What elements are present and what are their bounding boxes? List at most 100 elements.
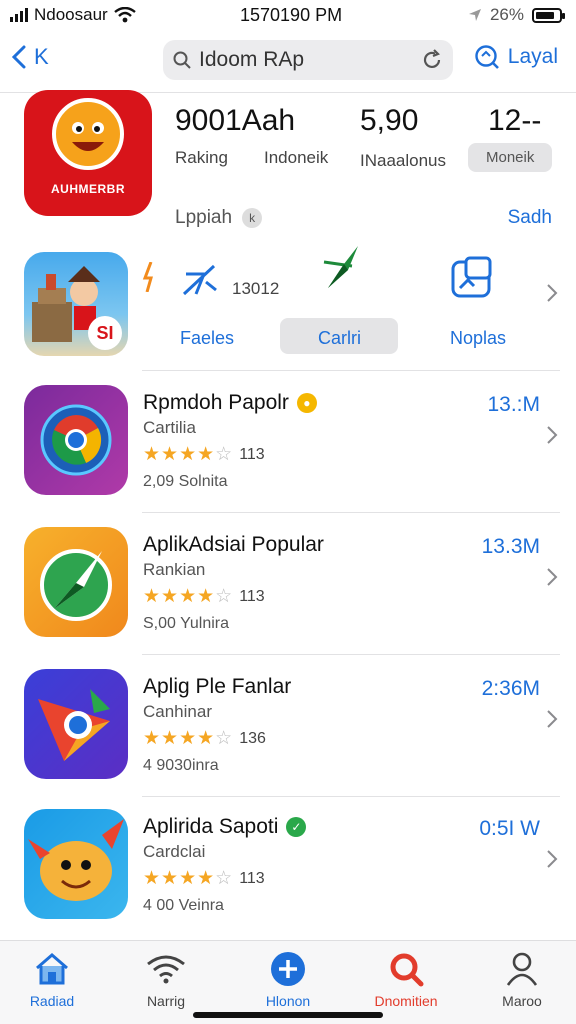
app-meta: 4 00 Veinra [143,897,224,914]
chevron-right-icon [547,850,558,868]
tab-label: Maroo [502,993,542,1009]
status-bar: Ndoosaur 1570190 PM 26% [0,0,576,32]
list-item[interactable]: Aplirida Sapoti ✓ Cardclai ★★★★☆ 113 4 0… [0,809,576,949]
see-all-link[interactable]: Sadh [508,207,552,229]
app-title-text: Aplig Ple Fanlar [143,675,292,698]
app-title: Rpmdoh Papolr ● [143,391,317,415]
app-subtitle: Canhinar [143,702,212,721]
star-rating-icon: ★★★★☆ [143,444,234,465]
chevron-right-icon [547,426,558,444]
mascot-face-icon [52,98,124,170]
star-rating-icon: ★★★★☆ [143,868,234,889]
list-divider [142,512,560,513]
browser-app-icon [24,385,128,495]
status-time: 1570190 PM [240,5,343,25]
battery-icon [532,7,565,23]
rocket-app-icon [24,669,128,779]
carrier-label: Ndoosaur [34,5,108,24]
star-rating-icon: ★★★★☆ [143,586,234,607]
app-title: Aplirida Sapoti ✓ [143,815,307,839]
home-icon [2,951,102,987]
star-rating-icon: ★★★★☆ [143,728,234,749]
tab-bar: Radiad Narrig Hlonon Dnomitien Maroo [0,940,576,1024]
plus-icon [238,951,338,987]
stat-value: 5,90 [360,104,419,137]
chevron-right-icon[interactable] [546,283,558,303]
search-field[interactable]: Idoom RAp [163,40,453,80]
app-rating: ★★★★☆ 113 [143,867,265,890]
moneik-pill[interactable]: Moneik [468,143,553,172]
rating-count: 113 [239,445,265,463]
app-title-text: AplikAdsiai Popular [143,533,324,556]
app-meta: S,00 Yulnira [143,615,229,632]
app-title: Aplig Ple Fanlar [143,675,291,699]
category-game-icon[interactable]: SI [24,252,128,356]
app-size: 13.3M [481,535,540,558]
chevron-right-icon [547,710,558,728]
search-query[interactable]: Idoom RAp [199,48,413,72]
nav-bar: K Idoom RAp Layal [0,36,576,86]
verified-badge-icon: ✓ [286,817,307,837]
category-tab-carlri[interactable]: Carlri [318,328,361,349]
featured-app-icon[interactable]: AUHMERBR [24,90,152,216]
featured-subtitle: Lppiah k [175,207,263,229]
rating-count: 136 [239,729,266,747]
app-rating: ★★★★☆ 113 [143,443,265,466]
stat-value: 9001Aah [175,104,296,137]
home-indicator[interactable] [193,1012,383,1018]
app-rating: ★★★★☆ 113 [143,585,265,608]
tab-label: Hlonon [265,993,311,1009]
list-divider [142,796,560,797]
tab-label: Radiad [29,993,75,1009]
battery-percent: 26% [489,5,524,24]
location-icon [468,9,481,21]
app-title-text: Aplirida Sapoti [143,815,279,838]
featured-icon-caption: AUHMERBR [51,182,125,196]
tab-radiad[interactable]: Radiad [2,951,102,1009]
sports-icon [182,264,217,296]
stat-value: 12-- [488,104,542,137]
app-title-text: Rpmdoh Papolr [143,391,289,414]
refresh-icon[interactable] [421,49,443,71]
status-left: Ndoosaur [10,5,136,25]
tab-hlonon[interactable]: Hlonon [238,951,338,1009]
tab-maroo[interactable]: Maroo [472,951,572,1009]
back-button[interactable]: K [12,44,49,70]
rating-count: 113 [239,869,265,887]
compass-app-icon [24,527,128,637]
tab-dnomitien[interactable]: Dnomitien [356,951,456,1009]
app-rating: ★★★★☆ 136 [143,727,266,750]
stat-extra: 12-- [488,104,541,138]
featured-subtitle-label: Lppiah [175,207,233,228]
search-icon [475,45,499,69]
app-meta: 2,09 Solnita [143,473,228,490]
compass-icon [323,246,358,288]
tab-narrig[interactable]: Narrig [116,951,216,1009]
signal-icon [10,8,28,22]
app-subtitle: Cardclai [143,842,206,861]
app-size: 13.:M [487,393,540,416]
list-item[interactable]: Rpmdoh Papolr ● Cartilia ★★★★☆ 113 2,09 … [0,385,576,525]
tab-label: Dnomitien [374,993,438,1009]
layal-label: Layal [507,45,558,68]
category-count: 13012 [232,279,280,298]
app-subtitle: Cartilia [143,418,196,437]
list-item[interactable]: Aplig Ple Fanlar Canhinar ★★★★☆ 136 4 90… [0,669,576,809]
gallery-icon [451,256,492,298]
rating-count: 113 [239,587,265,605]
wifi-icon [113,7,136,23]
list-item[interactable]: AplikAdsiai Popular Rankian ★★★★☆ 113 S,… [0,527,576,667]
pill-label: Moneik [468,143,553,172]
search-icon [356,951,456,987]
app-size: 0:5I W [479,817,540,840]
category-tab-noplas[interactable]: Noplas [450,328,506,349]
search-icon [173,51,191,69]
wifi-icon [116,951,216,987]
chevron-left-icon [12,45,26,69]
category-badge: SI [88,316,122,350]
back-label: K [34,44,49,69]
layal-button[interactable]: Layal [474,44,558,70]
category-tab-faeles[interactable]: Faeles [180,328,234,349]
flash-icon [142,262,153,292]
app-title: AplikAdsiai Popular [143,533,324,557]
